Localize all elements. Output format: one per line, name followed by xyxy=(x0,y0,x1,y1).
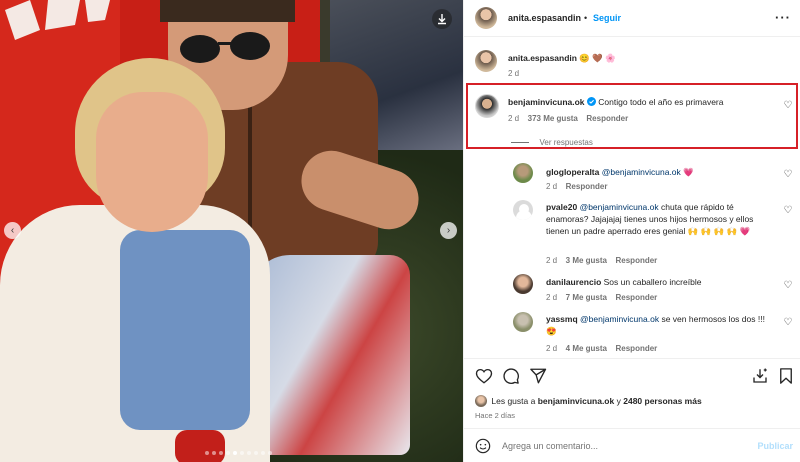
commenter-avatar[interactable] xyxy=(513,274,533,294)
carousel-prev-button[interactable]: ‹ xyxy=(4,222,21,239)
comment-time: 2 d xyxy=(546,344,558,353)
carousel-dot xyxy=(205,451,209,455)
bookmark-icon[interactable] xyxy=(777,367,795,385)
carousel-dot xyxy=(261,451,265,455)
carousel-next-button[interactable]: › xyxy=(440,222,457,239)
commenter-avatar[interactable] xyxy=(513,200,533,220)
commenter-username[interactable]: pvale20 xyxy=(546,202,577,212)
banner-lettering xyxy=(5,0,110,40)
comment-time: 2 d xyxy=(546,293,558,302)
comment-input[interactable] xyxy=(502,438,742,454)
reply-button[interactable]: Responder xyxy=(566,182,608,191)
carousel-dot xyxy=(226,451,230,455)
commenter-username[interactable]: glogloperalta xyxy=(546,167,599,177)
comment-likes[interactable]: 3 Me gusta xyxy=(566,256,607,265)
comment-text: 💗 xyxy=(683,167,694,177)
denim-jacket xyxy=(120,230,250,430)
comment-icon[interactable] xyxy=(502,367,520,385)
man-hair xyxy=(160,0,295,22)
like-comment-icon[interactable]: ♡ xyxy=(783,281,793,291)
sunglasses xyxy=(180,32,270,63)
reply-button[interactable]: Responder xyxy=(616,344,658,353)
comment-time: 2 d xyxy=(546,182,558,191)
comment-time: 2 d xyxy=(546,256,558,265)
likes-user[interactable]: benjaminvicuna.ok xyxy=(538,396,615,406)
likes-connector: y xyxy=(616,396,621,406)
likes-others[interactable]: 2480 personas más xyxy=(623,396,701,406)
comment-text: Sos un caballero increíble xyxy=(603,277,702,287)
caption-avatar[interactable] xyxy=(475,50,497,72)
likes-summary: Les gusta a benjaminvicuna.ok y 2480 per… xyxy=(475,395,702,407)
patterned-pants xyxy=(250,255,410,455)
carousel-dot xyxy=(254,451,258,455)
carousel-dot xyxy=(219,451,223,455)
heart-icon[interactable] xyxy=(475,367,493,385)
carousel-indicator xyxy=(205,451,272,455)
caption-username[interactable]: anita.espasandin xyxy=(508,53,577,63)
comment-mention[interactable]: @benjaminvicuna.ok xyxy=(580,314,659,324)
more-options-icon[interactable]: ··· xyxy=(775,10,791,25)
share-icon[interactable] xyxy=(529,367,547,385)
post-time: Hace 2 días xyxy=(475,411,516,420)
author-avatar[interactable] xyxy=(475,7,497,29)
separator-dot: • xyxy=(584,13,588,23)
download-icon[interactable] xyxy=(432,9,452,29)
red-boot xyxy=(175,430,225,462)
reply-button[interactable]: Responder xyxy=(616,293,658,302)
author-username[interactable]: anita.espasandin xyxy=(508,13,581,23)
carousel-dot xyxy=(247,451,251,455)
caption-text: 😊 🤎 🌸 xyxy=(579,53,616,63)
comment-likes[interactable]: 4 Me gusta xyxy=(566,344,607,353)
like-comment-icon[interactable]: ♡ xyxy=(783,206,793,216)
like-comment-icon[interactable]: ♡ xyxy=(783,318,793,328)
likes-prefix: Les gusta a xyxy=(491,396,536,406)
save-to-collection-icon[interactable] xyxy=(751,367,769,385)
comment-composer: Publicar xyxy=(464,428,800,462)
follow-button[interactable]: Seguir xyxy=(593,13,621,23)
commenter-username[interactable]: danilaurencio xyxy=(546,277,601,287)
liker-avatar[interactable] xyxy=(475,395,487,407)
woman-face xyxy=(96,92,208,232)
post-header: anita.espasandin • Seguir ··· xyxy=(464,0,800,37)
highlight-box xyxy=(466,83,798,149)
post-sidebar: anita.espasandin • Seguir ··· anita.espa… xyxy=(463,0,800,462)
carousel-dot xyxy=(212,451,216,455)
commenter-avatar[interactable] xyxy=(513,163,533,183)
comment-mention[interactable]: @benjaminvicuna.ok xyxy=(602,167,681,177)
emoji-icon[interactable] xyxy=(475,438,491,454)
carousel-dot xyxy=(233,451,237,455)
carousel-dot xyxy=(240,451,244,455)
caption-time: 2 d xyxy=(508,69,520,78)
commenter-avatar[interactable] xyxy=(513,312,533,332)
like-comment-icon[interactable]: ♡ xyxy=(783,170,793,180)
commenter-username[interactable]: yassmq xyxy=(546,314,578,324)
post-comment-button[interactable]: Publicar xyxy=(757,441,793,451)
reply-button[interactable]: Responder xyxy=(616,256,658,265)
comment-likes[interactable]: 7 Me gusta xyxy=(566,293,607,302)
comment-mention[interactable]: @benjaminvicuna.ok xyxy=(580,202,659,212)
post-image[interactable]: ‹ › xyxy=(0,0,463,462)
carousel-dot xyxy=(268,451,272,455)
